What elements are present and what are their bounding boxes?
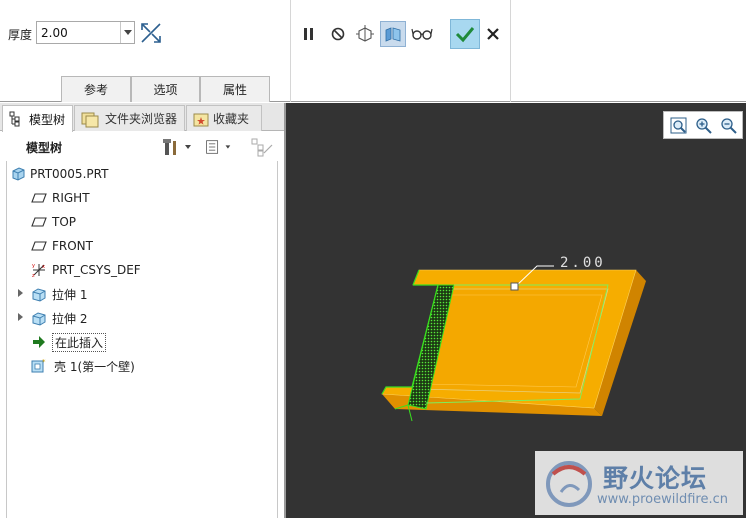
pause-button[interactable]	[296, 21, 322, 47]
forum-watermark: 野火论坛 www.proewildfire.cn	[535, 451, 743, 515]
navigator-tabs: 模型树 文件夹浏览器 收藏夹	[0, 103, 284, 132]
forum-logo-icon	[546, 461, 592, 507]
checkmark-icon	[455, 27, 475, 43]
pause-icon	[304, 28, 313, 40]
chevron-down-icon[interactable]	[120, 22, 134, 43]
flip-direction-icon	[141, 23, 161, 43]
tree-item-label: 拉伸 2	[52, 311, 88, 326]
shell-icon: *	[31, 358, 46, 373]
view-toolbar	[663, 111, 743, 139]
tree-item-csys[interactable]: x y z PRT_CSYS_DEF	[31, 260, 141, 280]
svg-text:x: x	[42, 264, 45, 270]
model-tree-title: 模型树	[26, 141, 63, 155]
insert-here-arrow-icon	[33, 336, 45, 348]
tab-favorites-label: 收藏夹	[213, 112, 250, 126]
datum-plane-icon	[31, 241, 47, 251]
tree-item-label: FRONT	[52, 239, 93, 253]
flip-direction-button[interactable]	[139, 21, 163, 45]
navigator-panel: 模型树 文件夹浏览器 收藏夹 模型树 PRT0005.PRT RIGHT TOP…	[0, 103, 284, 518]
zoom-in-icon	[696, 118, 712, 134]
tab-options[interactable]: 选项	[131, 76, 200, 102]
feature-preview-icon	[385, 27, 401, 42]
tree-item-right-plane[interactable]: RIGHT	[31, 188, 90, 208]
glasses-icon	[411, 28, 433, 40]
csys-icon: x y z	[32, 263, 45, 278]
part-icon	[12, 167, 25, 181]
refit-icon	[670, 117, 687, 134]
svg-text:y: y	[32, 263, 35, 269]
tree-item-root-part[interactable]: PRT0005.PRT	[11, 164, 108, 184]
graphics-window[interactable]: 2.00 野火论坛 www.proewildfire.cn	[286, 103, 746, 518]
watermark-url: www.proewildfire.cn	[597, 492, 728, 507]
datum-plane-icon	[31, 217, 47, 227]
thickness-label: 厚度	[8, 28, 33, 42]
tree-item-insert-here[interactable]: 在此插入	[31, 332, 107, 352]
tree-item-label: 壳 1(第一个壁)	[54, 359, 135, 374]
favorites-icon	[193, 113, 209, 126]
tree-item-shell-1[interactable]: * 壳 1(第一个壁)	[31, 356, 135, 376]
model-tree-icon	[9, 111, 20, 127]
tab-folder-browser[interactable]: 文件夹浏览器	[74, 105, 185, 131]
verify-mode-button[interactable]	[409, 21, 435, 47]
tab-model-tree-label: 模型树	[29, 112, 66, 127]
datum-plane-icon	[31, 193, 47, 203]
list-icon	[206, 140, 231, 154]
watermark-title: 野火论坛	[603, 464, 708, 493]
settings-tools-icon	[163, 139, 191, 155]
expand-arrow-icon[interactable]	[17, 289, 25, 297]
tab-model-tree[interactable]: 模型树	[2, 105, 73, 132]
ok-button[interactable]	[450, 19, 480, 49]
thickness-combobox[interactable]	[36, 21, 135, 44]
tree-item-label: PRT_CSYS_DEF	[52, 263, 141, 277]
shell-dashboard: 厚度 参考 选项 属性	[0, 0, 746, 102]
model-tree: PRT0005.PRT RIGHT TOP FRONT x y z PRT_CS…	[6, 161, 278, 518]
tree-item-label: 在此插入	[52, 332, 107, 352]
tab-folder-browser-label: 文件夹浏览器	[105, 112, 178, 126]
tree-filter-button[interactable]	[250, 137, 280, 157]
tree-item-label: TOP	[52, 215, 77, 229]
preview-geometry-button[interactable]	[352, 21, 378, 47]
tree-item-extrude-2[interactable]: 拉伸 2	[31, 308, 87, 328]
tree-item-label: RIGHT	[52, 191, 90, 205]
svg-text:*: *	[42, 358, 46, 366]
zoom-out-button[interactable]	[719, 116, 739, 136]
extrude-icon	[32, 312, 46, 326]
model-tree-header: 模型树	[0, 132, 284, 160]
thickness-input[interactable]	[37, 22, 121, 43]
tab-properties[interactable]: 属性	[200, 76, 270, 102]
preview-geometry-icon	[356, 25, 374, 42]
thickness-dimension-label[interactable]: 2.00	[560, 255, 606, 271]
expand-arrow-icon[interactable]	[17, 313, 25, 321]
extrude-icon	[32, 288, 46, 302]
tree-item-label: 拉伸 1	[52, 287, 88, 302]
tab-favorites[interactable]: 收藏夹	[186, 105, 262, 131]
tree-show-button[interactable]	[205, 137, 235, 157]
dashboard-control-panel	[291, 0, 511, 102]
refit-button[interactable]	[669, 116, 689, 136]
no-preview-icon	[331, 27, 345, 41]
cancel-button[interactable]	[484, 22, 502, 46]
tree-item-label: PRT0005.PRT	[30, 167, 109, 181]
folder-browser-icon	[81, 112, 99, 127]
close-icon	[487, 28, 499, 40]
dashboard-input-panel: 厚度 参考 选项 属性	[0, 0, 291, 102]
zoom-in-button[interactable]	[694, 116, 714, 136]
proe-window: 厚度 参考 选项 属性	[0, 0, 746, 518]
feature-preview-button[interactable]	[380, 21, 406, 47]
tree-item-extrude-1[interactable]: 拉伸 1	[31, 284, 87, 304]
tree-filter-icon	[251, 138, 273, 157]
tree-settings-button[interactable]	[162, 137, 192, 157]
tree-item-top-plane[interactable]: TOP	[31, 212, 76, 232]
no-preview-button[interactable]	[325, 21, 351, 47]
svg-text:z: z	[32, 273, 35, 278]
zoom-out-icon	[721, 118, 737, 134]
tab-references[interactable]: 参考	[61, 76, 131, 102]
tree-item-front-plane[interactable]: FRONT	[31, 236, 93, 256]
